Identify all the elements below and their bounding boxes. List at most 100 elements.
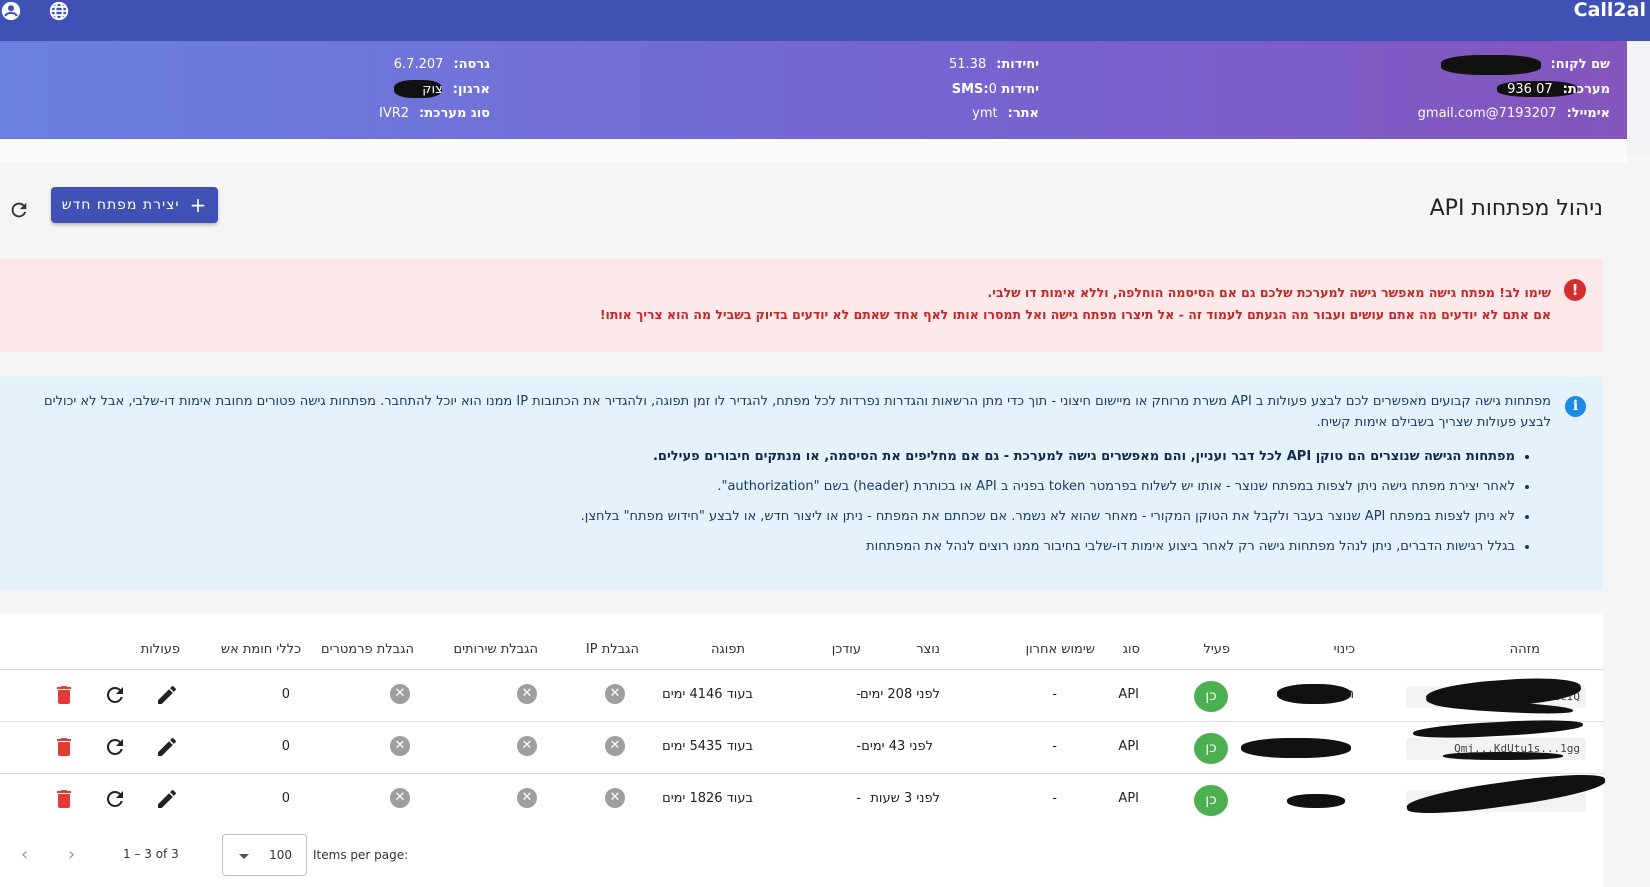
systype-value: IVR2	[379, 106, 410, 121]
top-app-bar: Call2al	[0, 0, 1650, 41]
info-bullet: לא ניתן לצפות במפתח API שנוצר בעבר ולקבל…	[581, 508, 1515, 538]
type-cell: API	[1118, 791, 1139, 806]
close-circle-icon: ✕	[605, 684, 625, 704]
close-circle-icon: ✕	[390, 736, 410, 756]
page-range: 1 – 3 of 3	[123, 847, 179, 861]
close-circle-icon: ✕	[390, 788, 410, 808]
customer-label: שם לקוח:	[1550, 57, 1610, 72]
updated-cell: -	[856, 739, 861, 754]
chevron-right-icon[interactable]: ›	[68, 844, 75, 865]
last-used-cell: -	[1052, 791, 1057, 806]
create-key-label: יצירת מפתח חדש	[61, 197, 180, 213]
divider-bar	[0, 139, 1627, 163]
system-label: מערכת:	[1562, 81, 1610, 97]
table-row[interactable]: Qmj...KdUtu1s...1gg כן API - לפני 43 ימי…	[0, 717, 1603, 774]
col-header-active[interactable]: פעיל	[1203, 642, 1230, 657]
table-row[interactable]: 2yj...b8SBgXCKxm1NzcIQ n כן API - לפני 2…	[0, 670, 1603, 722]
page-size-value: 100	[269, 848, 292, 862]
refresh-icon[interactable]	[8, 199, 30, 221]
site-value: ymt	[972, 106, 998, 121]
org-label: ארגון:	[452, 81, 490, 97]
sms-value: 0	[988, 81, 997, 97]
renew-key-icon[interactable]	[103, 683, 127, 707]
expires-cell: בעוד 1826 ימים	[662, 791, 753, 806]
renew-key-icon[interactable]	[103, 787, 127, 811]
firewall-cell: 0	[281, 791, 290, 806]
delete-icon[interactable]	[52, 683, 76, 707]
table-row[interactable]: כן API - לפני 3 שעות - בעוד 1826 ימים ✕ …	[0, 768, 1607, 826]
renew-key-icon[interactable]	[103, 735, 127, 759]
firewall-cell: 0	[281, 687, 290, 702]
email-value: gmail.com@7193207	[1417, 106, 1557, 121]
info-alert: i מפתחות גישה קבועים מאפשרים לכם לבצע פע…	[0, 377, 1603, 590]
org-value: צוק	[422, 81, 443, 97]
items-per-page-label: Items per page:	[313, 848, 409, 862]
firewall-cell: 0	[281, 739, 290, 754]
active-badge: כן	[1194, 733, 1228, 764]
page-title: ניהול מפתחות API	[1429, 196, 1603, 221]
edit-icon[interactable]	[155, 735, 179, 759]
expires-cell: בעוד 4146 ימים	[662, 687, 753, 702]
systype-label: סוג מערכת:	[419, 106, 490, 121]
site-label: אתר:	[1007, 106, 1039, 121]
col-header-expires[interactable]: תפוגה	[711, 642, 745, 657]
updated-cell: -	[856, 791, 861, 806]
created-cell: לפני 208 ימים	[860, 687, 940, 702]
account-col-version: גרסה: 6.7.207 ארגון: צוק סוג מערכת: IVR2	[379, 53, 490, 127]
col-header-param-limit[interactable]: הגבלת פרמטרים	[321, 642, 414, 657]
account-info-panel: שם לקוח: מערכת: 07 936 אימייל: gmail.com@7…	[0, 41, 1627, 139]
account-circle-icon[interactable]	[0, 0, 22, 22]
chevron-down-icon	[239, 854, 249, 859]
brand-title: Call2al	[1573, 0, 1646, 21]
redacted-nickname	[1241, 738, 1351, 758]
col-header-ip-limit[interactable]: הגבלת IP	[586, 642, 639, 657]
paginator: Items per page: 100 1 – 3 of 3 ‹ ›	[0, 834, 1603, 879]
account-col-units: יחידות:51.38 יחידות SMS:0 אתר:ymt	[942, 53, 1039, 127]
system-value: 07 936	[1507, 81, 1553, 97]
delete-icon[interactable]	[52, 735, 76, 759]
col-header-type[interactable]: סוג	[1123, 642, 1140, 657]
created-cell: לפני 3 שעות	[870, 791, 940, 806]
page-size-select[interactable]: 100	[222, 834, 307, 876]
col-header-id[interactable]: מזהה	[1510, 642, 1540, 657]
plus-icon: +	[189, 193, 208, 217]
close-circle-icon: ✕	[517, 736, 537, 756]
expires-cell: בעוד 5435 ימים	[662, 739, 753, 754]
version-label: גרסה:	[453, 57, 490, 72]
col-header-created[interactable]: נוצר	[916, 642, 940, 657]
create-key-button[interactable]: + יצירת מפתח חדש	[51, 187, 218, 223]
redacted-nickname	[1287, 794, 1345, 808]
close-circle-icon: ✕	[605, 736, 625, 756]
close-circle-icon: ✕	[605, 788, 625, 808]
last-used-cell: -	[1052, 687, 1057, 702]
col-header-actions: פעולות	[140, 642, 180, 657]
edit-icon[interactable]	[155, 683, 179, 707]
updated-cell: -	[856, 687, 861, 702]
scroll-gutter	[1627, 41, 1650, 156]
type-cell: API	[1118, 687, 1139, 702]
info-bullets: מפתחות הגישה שנוצרים הם טוקן API לכל דבר…	[581, 448, 1515, 568]
units-label: יחידות:	[996, 57, 1039, 72]
redacted-customer-name	[1440, 54, 1541, 75]
info-bullet: לאחר יצירת מפתח גישה ניתן לצפות במפתח שנ…	[581, 478, 1515, 508]
version-value: 6.7.207	[393, 57, 444, 72]
col-header-updated[interactable]: עודכן	[832, 642, 861, 657]
active-badge: כן	[1194, 785, 1228, 816]
delete-icon[interactable]	[52, 787, 76, 811]
last-used-cell: -	[1052, 739, 1057, 754]
col-header-service-limit[interactable]: הגבלת שירותים	[453, 642, 538, 657]
close-circle-icon: ✕	[390, 684, 410, 704]
chevron-left-icon[interactable]: ‹	[21, 844, 28, 865]
warning-line-2: אם אתם לא יודעים מה אתם עושים ועבור מה ה…	[599, 307, 1551, 322]
col-header-nickname[interactable]: כינוי	[1334, 642, 1355, 657]
col-header-firewall[interactable]: כללי חומת אש	[221, 642, 301, 657]
col-header-last-used[interactable]: שימוש אחרון	[1026, 642, 1095, 657]
close-circle-icon: ✕	[517, 684, 537, 704]
info-intro: מפתחות גישה קבועים מאפשרים לכם לבצע פעול…	[44, 394, 1551, 430]
type-cell: API	[1118, 739, 1139, 754]
redacted-nickname	[1277, 684, 1351, 704]
active-badge: כן	[1194, 681, 1228, 712]
edit-icon[interactable]	[155, 787, 179, 811]
info-bullet: מפתחות הגישה שנוצרים הם טוקן API לכל דבר…	[581, 448, 1515, 478]
globe-icon[interactable]	[48, 0, 70, 22]
